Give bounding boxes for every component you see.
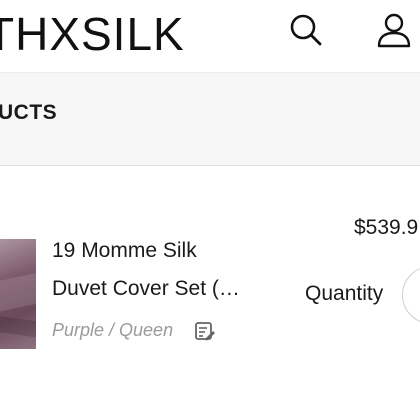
- product-name-line1[interactable]: 19 Momme Silk: [52, 238, 262, 264]
- search-icon[interactable]: [288, 12, 324, 48]
- product-name-line2[interactable]: Duvet Cover Set (…: [52, 276, 262, 302]
- product-variant: Purple / Queen: [52, 320, 174, 340]
- quantity-label: Quantity: [305, 282, 384, 305]
- edit-note-icon[interactable]: [194, 320, 216, 342]
- thumbnail-fold: [0, 312, 36, 338]
- quantity-stepper[interactable]: [402, 266, 420, 324]
- product-thumbnail[interactable]: [0, 239, 36, 349]
- site-header: THXSILK: [0, 0, 420, 73]
- section-band: UCTS: [0, 73, 420, 166]
- user-icon[interactable]: [376, 12, 412, 48]
- brand-logo[interactable]: THXSILK: [0, 8, 185, 60]
- cart-page: THXSILK UCTS 19 Momme Silk Duvet Cover S…: [0, 0, 420, 420]
- thumbnail-fold: [0, 273, 36, 315]
- section-title: UCTS: [0, 101, 58, 124]
- product-price: $539.9: [354, 216, 419, 239]
